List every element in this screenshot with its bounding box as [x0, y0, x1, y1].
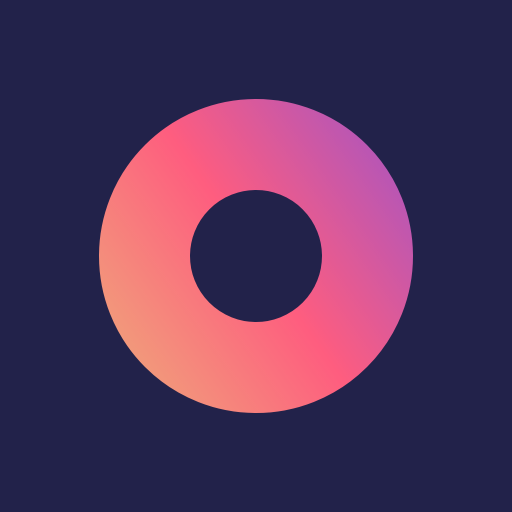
- app-icon-canvas: [0, 0, 512, 512]
- background: [0, 0, 512, 512]
- ring-logo-icon: [0, 0, 512, 512]
